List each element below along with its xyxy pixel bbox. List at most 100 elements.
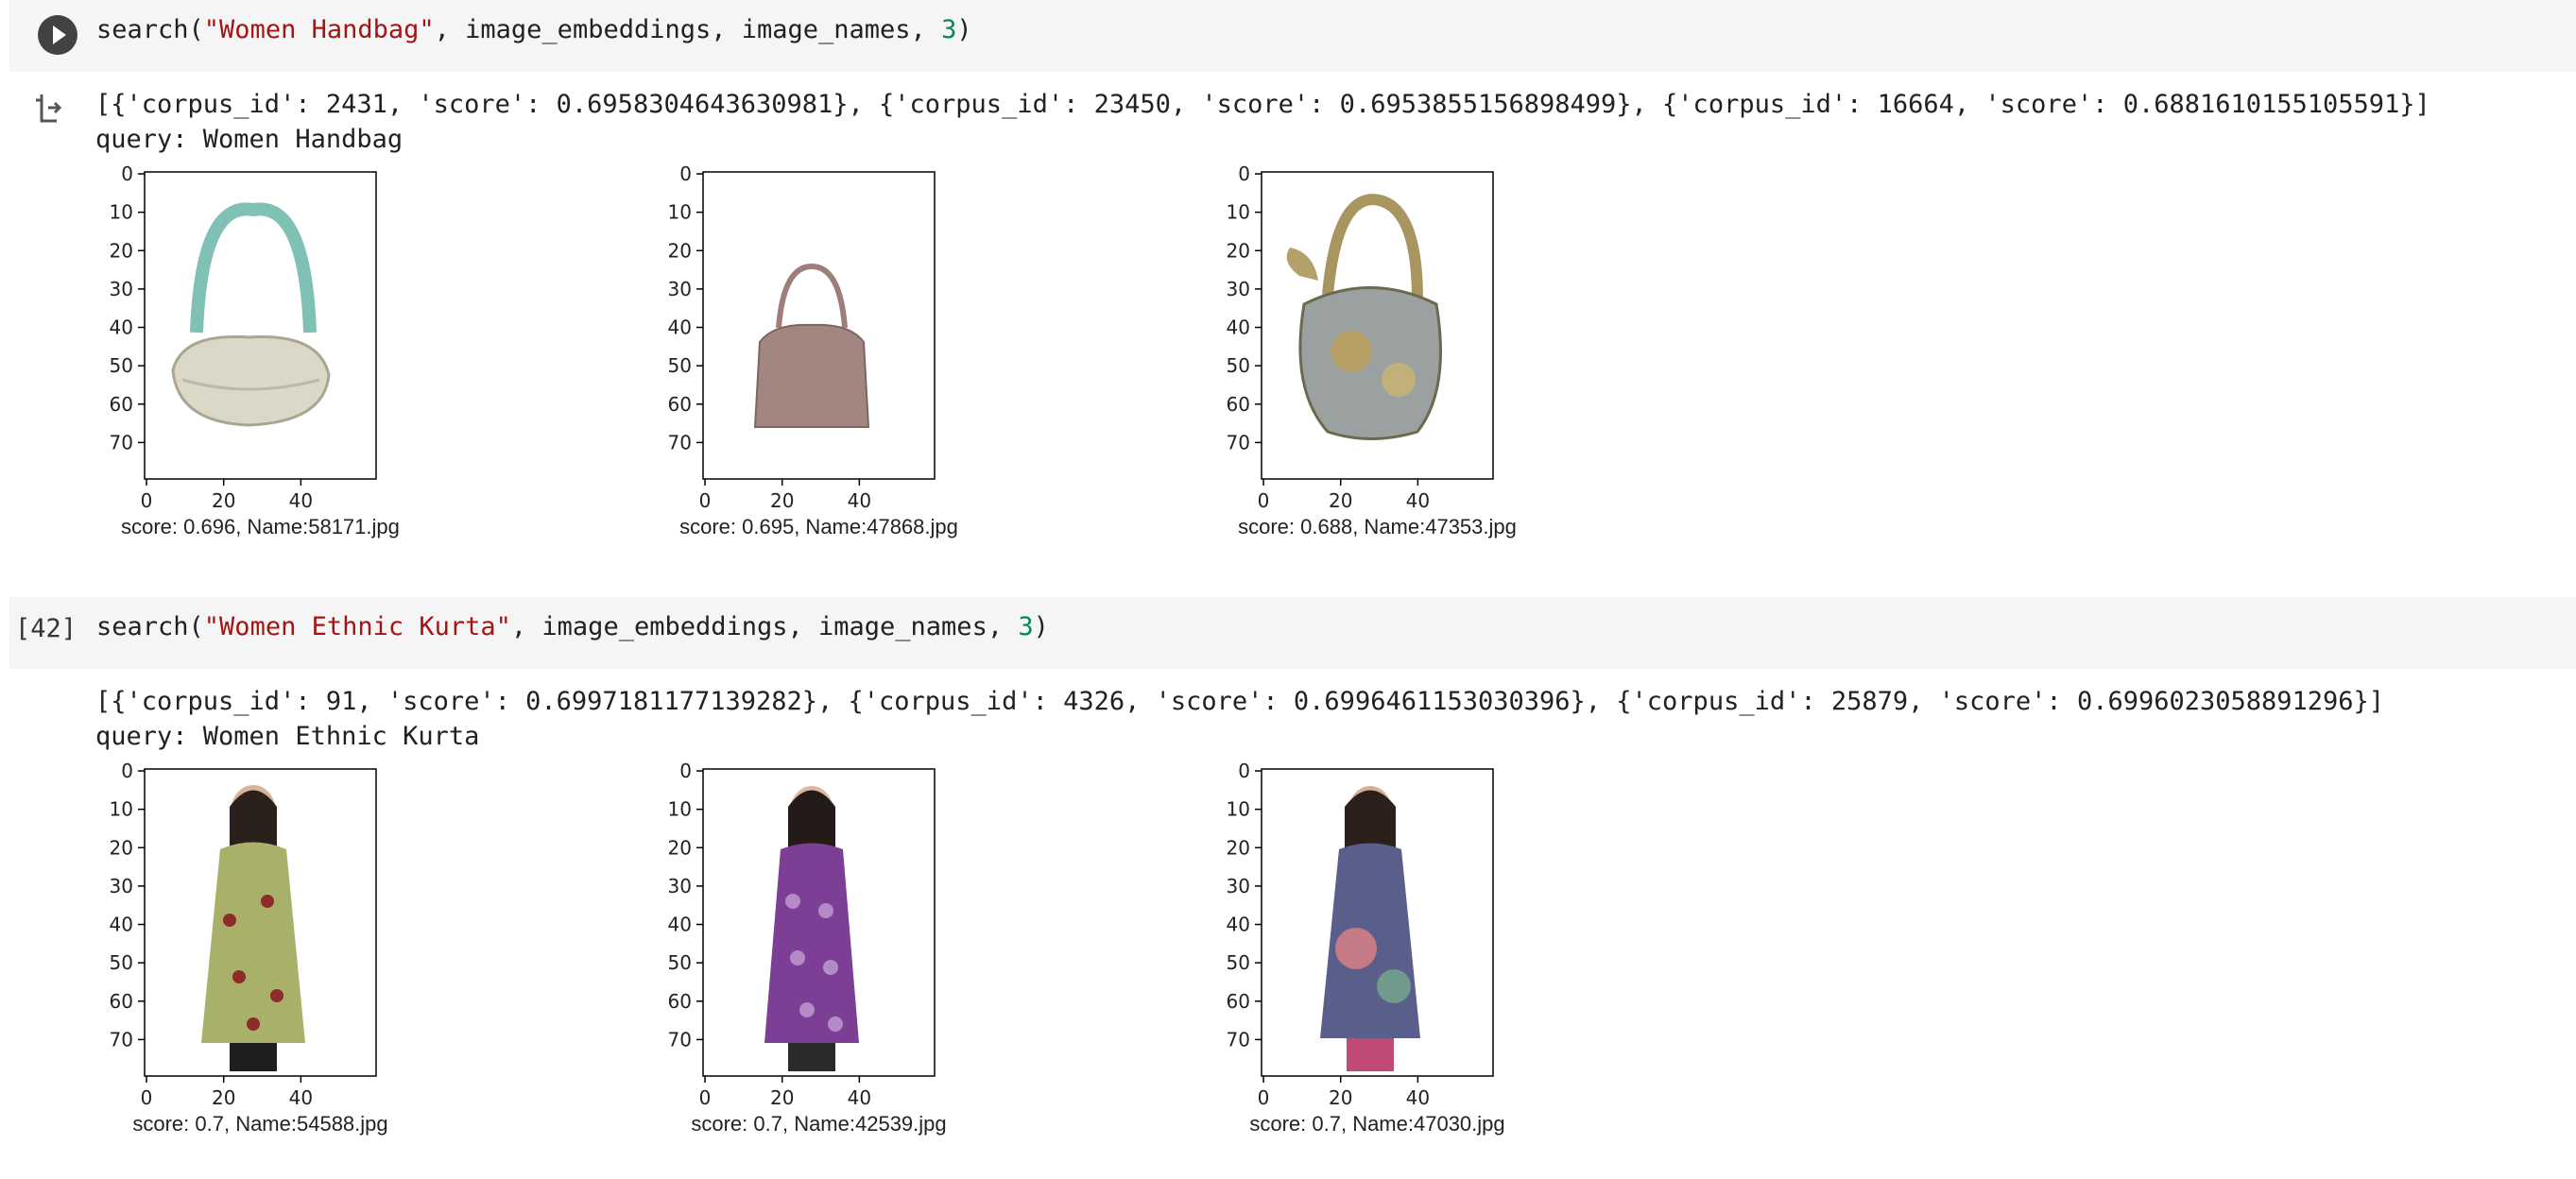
y-tick-label: 70: [668, 1028, 692, 1051]
x-tick-label: 20: [212, 1086, 235, 1109]
y-tick-label: 40: [1227, 316, 1250, 339]
code-args: , image_embeddings, image_names,: [510, 612, 1019, 641]
output-result-line: [{'corpus_id': 91, 'score': 0.6997181177…: [95, 687, 2385, 716]
x-tick-label: 0: [141, 1086, 153, 1109]
code-number: 3: [941, 15, 957, 44]
y-tick-label: 50: [1227, 951, 1250, 974]
result-image: [145, 172, 376, 479]
x-tick-label: 40: [1406, 1086, 1430, 1109]
y-tick-label: 10: [1227, 798, 1250, 821]
code-close: ): [1033, 612, 1049, 641]
x-tick-label: 20: [1329, 1086, 1352, 1109]
result-caption: score: 0.7, Name:54588.jpg: [132, 1112, 388, 1136]
plot-axes: 0 10 20 30 40 50 60 70 0 20 40: [110, 162, 377, 512]
y-tick-label: 30: [110, 875, 133, 897]
x-tick-label: 0: [699, 489, 712, 512]
code-line[interactable]: search("Women Handbag", image_embeddings…: [96, 15, 972, 44]
y-tick-label: 70: [1227, 431, 1250, 453]
y-tick-label: 10: [110, 798, 133, 821]
result-plot: 0 10 20 30 40 50 60 70 0 20 40 score: 0.695, Name:4…: [653, 151, 965, 538]
y-tick-label: 30: [1227, 278, 1250, 300]
plot-axes: 0 10 20 30 40 50 60 70 0 20 40: [110, 760, 377, 1109]
code-string: "Women Handbag": [203, 15, 435, 44]
result-image: [1262, 769, 1493, 1076]
result-caption: score: 0.696, Name:58171.jpg: [121, 515, 400, 538]
result-image: [703, 172, 935, 479]
y-tick-label: 40: [1227, 914, 1250, 936]
y-tick-label: 20: [1227, 836, 1250, 859]
x-tick-label: 0: [1258, 1086, 1270, 1109]
y-tick-label: 20: [110, 836, 133, 859]
result-plot: 0 10 20 30 40 50 60 70 0 20 40 score: 0.696, Name:5…: [94, 151, 406, 538]
run-cell-button[interactable]: [38, 15, 77, 55]
y-tick-label: 20: [668, 239, 692, 262]
result-plot: 0 10 20 30 40 50 60 70 0 20 40 score: 0.7, Name:470…: [1211, 748, 1523, 1136]
result-image: [703, 769, 935, 1076]
y-tick-label: 60: [668, 393, 692, 416]
y-tick-label: 0: [679, 162, 692, 185]
plot-axes: 0 10 20 30 40 50 60 70 0 20 40: [1227, 760, 1494, 1109]
y-tick-label: 70: [110, 1028, 133, 1051]
y-tick-label: 50: [668, 951, 692, 974]
result-image: [145, 769, 376, 1076]
code-close: ): [956, 15, 972, 44]
y-tick-label: 70: [668, 431, 692, 453]
plot-axes: 0 10 20 30 40 50 60 70 0 20 40: [668, 760, 936, 1109]
code-line[interactable]: search("Women Ethnic Kurta", image_embed…: [96, 612, 1049, 641]
y-tick-label: 50: [1227, 354, 1250, 377]
y-tick-label: 0: [121, 162, 133, 185]
y-tick-label: 40: [668, 316, 692, 339]
result-caption: score: 0.7, Name:47030.jpg: [1249, 1112, 1505, 1136]
y-tick-label: 50: [110, 951, 133, 974]
y-tick-label: 60: [1227, 990, 1250, 1013]
y-tick-label: 20: [668, 836, 692, 859]
y-tick-label: 20: [1227, 239, 1250, 262]
x-tick-label: 0: [1258, 489, 1270, 512]
result-image: [1262, 172, 1493, 479]
y-tick-label: 50: [668, 354, 692, 377]
y-tick-label: 30: [1227, 875, 1250, 897]
plot-axes: 0 10 20 30 40 50 60 70 0 20 40: [1227, 162, 1494, 512]
x-tick-label: 40: [1406, 489, 1430, 512]
y-tick-label: 30: [668, 278, 692, 300]
result-plot: 0 10 20 30 40 50 60 70 0 20 40 score: 0.7, Name:425…: [653, 748, 965, 1136]
x-tick-label: 40: [289, 1086, 313, 1109]
y-tick-label: 30: [668, 875, 692, 897]
y-tick-label: 10: [110, 201, 133, 224]
output-clear-icon[interactable]: [32, 91, 66, 125]
x-tick-label: 40: [848, 1086, 871, 1109]
x-tick-label: 20: [770, 1086, 794, 1109]
code-number: 3: [1018, 612, 1034, 641]
y-tick-label: 50: [110, 354, 133, 377]
x-tick-label: 20: [212, 489, 235, 512]
x-tick-label: 20: [770, 489, 794, 512]
y-tick-label: 10: [1227, 201, 1250, 224]
execution-count: [42]: [15, 614, 77, 643]
x-tick-label: 20: [1329, 489, 1352, 512]
y-tick-label: 60: [110, 990, 133, 1013]
y-tick-label: 60: [668, 990, 692, 1013]
y-tick-label: 40: [668, 914, 692, 936]
y-tick-label: 0: [121, 760, 133, 782]
y-tick-label: 30: [110, 278, 133, 300]
result-caption: score: 0.695, Name:47868.jpg: [679, 515, 958, 538]
x-tick-label: 0: [141, 489, 153, 512]
y-tick-label: 70: [110, 431, 133, 453]
y-tick-label: 0: [1238, 760, 1250, 782]
x-tick-label: 0: [699, 1086, 712, 1109]
y-tick-label: 60: [110, 393, 133, 416]
x-tick-label: 40: [848, 489, 871, 512]
y-tick-label: 40: [110, 316, 133, 339]
y-tick-label: 0: [1238, 162, 1250, 185]
y-tick-label: 20: [110, 239, 133, 262]
code-cell-2[interactable]: [42] search("Women Ethnic Kurta", image_…: [9, 597, 2576, 669]
x-tick-label: 40: [289, 489, 313, 512]
result-caption: score: 0.688, Name:47353.jpg: [1238, 515, 1517, 538]
code-args: , image_embeddings, image_names,: [434, 15, 942, 44]
plot-axes: 0 10 20 30 40 50 60 70 0 20 40: [668, 162, 936, 512]
y-tick-label: 70: [1227, 1028, 1250, 1051]
code-string: "Women Ethnic Kurta": [203, 612, 511, 641]
code-fn: search(: [96, 15, 204, 44]
result-plot: 0 10 20 30 40 50 60 70 0 20 40 score: 0.688, Name:4…: [1211, 151, 1523, 538]
code-cell-1[interactable]: search("Women Handbag", image_embeddings…: [9, 0, 2576, 72]
